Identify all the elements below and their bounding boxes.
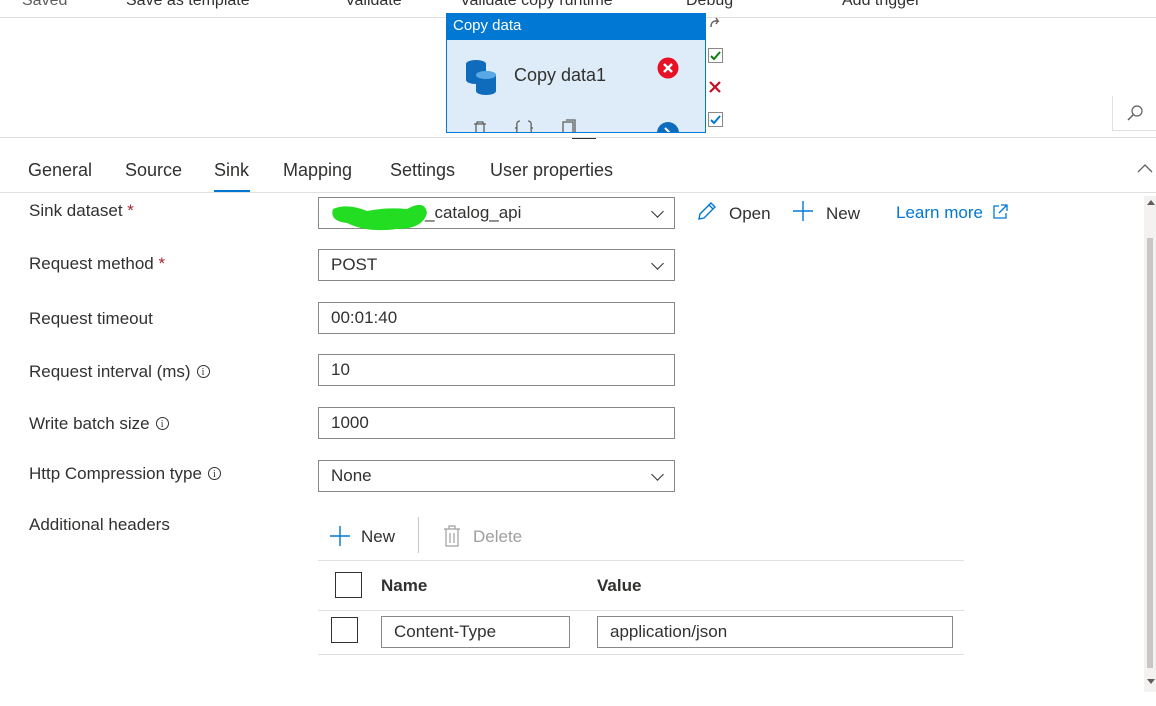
- activity-type-label: Copy data: [447, 14, 705, 40]
- debug-button[interactable]: Debug: [686, 0, 733, 10]
- trash-icon: [444, 525, 460, 547]
- learn-more-label: Learn more: [896, 203, 983, 222]
- delete-icon[interactable]: [471, 119, 489, 133]
- activity-name: Copy data1: [514, 65, 607, 85]
- request-method-label: Request method *: [29, 254, 165, 274]
- tab-user-properties[interactable]: User properties: [490, 160, 613, 181]
- database-icon: [466, 60, 496, 95]
- pencil-icon: [698, 202, 716, 220]
- sink-dataset-label: Sink dataset *: [29, 201, 134, 221]
- collapse-icon[interactable]: [1137, 163, 1153, 173]
- header-name-input[interactable]: Content-Type: [381, 616, 570, 648]
- plus-icon: [330, 526, 350, 546]
- http-compression-value: None: [331, 466, 372, 485]
- validate-copy-runtime-button[interactable]: Validate copy runtime: [460, 0, 613, 10]
- write-batch-size-input[interactable]: 1000: [318, 407, 675, 439]
- tab-settings[interactable]: Settings: [390, 160, 455, 181]
- request-method-value: POST: [331, 255, 378, 274]
- arrow-icon[interactable]: [656, 121, 680, 133]
- request-interval-label: Request interval (ms) i: [29, 362, 210, 382]
- save-as-template-button[interactable]: Save as template: [126, 0, 250, 10]
- delete-header-label: Delete: [473, 527, 523, 546]
- tab-source[interactable]: Source: [125, 160, 182, 181]
- check-icon[interactable]: [708, 112, 723, 127]
- tab-mapping[interactable]: Mapping: [283, 160, 352, 181]
- copy-data-activity[interactable]: Copy data Copy data1: [446, 13, 706, 133]
- tabs-divider: [0, 192, 1156, 193]
- error-icon: [657, 57, 679, 79]
- check-icon[interactable]: [708, 48, 723, 63]
- new-header-label: New: [361, 527, 396, 546]
- redo-icon[interactable]: [708, 17, 722, 31]
- value-column-header: Value: [597, 576, 642, 595]
- request-method-label-text: Request method: [29, 254, 154, 273]
- request-timeout-input[interactable]: 00:01:40: [318, 302, 675, 334]
- request-interval-label-text: Request interval (ms): [29, 362, 191, 381]
- info-icon[interactable]: i: [207, 467, 221, 480]
- redaction-mark: [332, 204, 427, 231]
- open-label: Open: [729, 204, 771, 223]
- row-checkbox[interactable]: [331, 617, 358, 643]
- tab-sink[interactable]: Sink: [214, 160, 249, 181]
- toolbar-separator: [418, 517, 419, 553]
- write-batch-size-label: Write batch size i: [29, 414, 169, 434]
- scrollbar-thumb[interactable]: [1147, 238, 1153, 668]
- plus-icon: [793, 201, 813, 221]
- request-timeout-label: Request timeout: [29, 309, 153, 328]
- headers-grid-divider: [318, 610, 964, 611]
- chevron-down-icon: [651, 468, 664, 481]
- write-batch-size-label-text: Write batch size: [29, 414, 150, 433]
- required-mark: *: [127, 201, 134, 220]
- headers-grid-top: [318, 560, 964, 561]
- saved-label: Saved: [22, 0, 68, 9]
- select-all-checkbox[interactable]: [335, 572, 362, 598]
- sink-dataset-value: _catalog_api: [425, 203, 522, 222]
- learn-more-link[interactable]: Learn more: [896, 203, 1008, 223]
- tab-general[interactable]: General: [28, 160, 92, 181]
- search-icon: [1127, 105, 1143, 121]
- chevron-down-icon: [651, 205, 664, 218]
- copy-icon[interactable]: [560, 119, 582, 133]
- request-interval-input[interactable]: 10: [318, 354, 675, 386]
- new-label: New: [826, 204, 861, 223]
- sink-dataset-label-text: Sink dataset: [29, 201, 123, 220]
- additional-headers-label: Additional headers: [29, 515, 170, 534]
- info-icon[interactable]: i: [155, 417, 169, 430]
- headers-grid-bottom: [318, 654, 964, 655]
- http-compression-label-text: Http Compression type: [29, 464, 202, 483]
- scroll-down-icon[interactable]: [1146, 678, 1156, 686]
- saved-status: Saved: [22, 0, 67, 10]
- sink-dataset-select[interactable]: _catalog_api: [318, 197, 675, 231]
- scroll-up-icon[interactable]: [1146, 198, 1156, 206]
- name-column-header: Name: [381, 576, 428, 595]
- http-compression-select[interactable]: None: [318, 460, 675, 492]
- request-method-select[interactable]: POST: [318, 249, 675, 281]
- required-mark: *: [158, 254, 166, 273]
- code-icon[interactable]: [513, 119, 535, 133]
- x-icon[interactable]: [708, 80, 722, 94]
- add-trigger-button[interactable]: Add trigger: [842, 0, 920, 10]
- canvas-divider: [0, 137, 1156, 138]
- canvas-search[interactable]: [1112, 96, 1156, 131]
- validate-button[interactable]: Validate: [345, 0, 402, 10]
- info-icon[interactable]: i: [196, 365, 210, 378]
- header-value-input[interactable]: application/json: [597, 616, 953, 648]
- external-link-icon: [993, 204, 1008, 219]
- http-compression-label: Http Compression type i: [29, 464, 221, 484]
- chevron-down-icon: [651, 257, 664, 270]
